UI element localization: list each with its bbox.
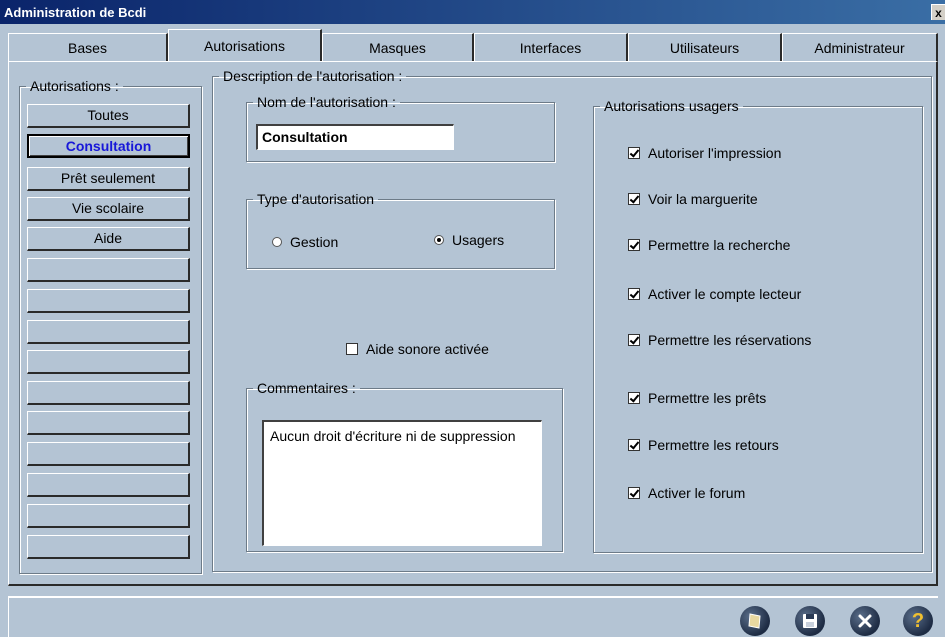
description-legend: Description de l'autorisation : bbox=[223, 68, 403, 84]
comments-textarea[interactable]: Aucun droit d'écriture ni de suppression bbox=[262, 420, 542, 546]
window-titlebar: Administration de Bcdi x bbox=[0, 0, 945, 24]
type-group: Type d'autorisation bbox=[246, 191, 555, 269]
right-reader-account-checkbox[interactable]: Activer le compte lecteur bbox=[628, 286, 801, 302]
auth-item-aide[interactable]: Aide bbox=[27, 227, 190, 251]
sound-help-label: Aide sonore activée bbox=[366, 341, 489, 357]
checkbox-label: Permettre la recherche bbox=[648, 237, 791, 253]
right-search-checkbox[interactable]: Permettre la recherche bbox=[628, 237, 790, 253]
auth-item-empty[interactable] bbox=[27, 473, 190, 497]
authorization-name-input[interactable]: Consultation bbox=[256, 124, 454, 150]
checkbox-label: Permettre les retours bbox=[648, 437, 779, 453]
checkbox-box bbox=[628, 239, 640, 251]
right-loans-checkbox[interactable]: Permettre les prêts bbox=[628, 390, 766, 406]
checkbox-label: Activer le compte lecteur bbox=[648, 286, 802, 302]
auth-item-empty[interactable] bbox=[27, 350, 190, 374]
authorizations-list-legend: Autorisations : bbox=[30, 78, 119, 94]
auth-item-empty[interactable] bbox=[27, 381, 190, 405]
checkbox-box bbox=[628, 334, 640, 346]
help-button[interactable]: ? bbox=[903, 606, 933, 636]
tab-autorisations[interactable]: Autorisations bbox=[168, 29, 322, 61]
document-icon bbox=[748, 613, 761, 629]
window-title: Administration de Bcdi bbox=[4, 4, 147, 20]
radio-usagers-indicator bbox=[434, 235, 444, 245]
radio-usagers[interactable]: Usagers bbox=[434, 232, 504, 248]
checkbox-label: Autoriser l'impression bbox=[648, 145, 782, 161]
right-returns-checkbox[interactable]: Permettre les retours bbox=[628, 437, 779, 453]
window-close-button[interactable]: x bbox=[931, 4, 945, 20]
checkbox-box bbox=[628, 392, 640, 404]
radio-gestion[interactable]: Gestion bbox=[272, 234, 338, 250]
right-print-checkbox[interactable]: Autoriser l'impression bbox=[628, 145, 781, 161]
radio-gestion-label: Gestion bbox=[290, 234, 339, 250]
checkbox-box bbox=[628, 439, 640, 451]
auth-item-vie-scolaire[interactable]: Vie scolaire bbox=[27, 197, 190, 221]
close-icon bbox=[858, 614, 872, 628]
tab-bases[interactable]: Bases bbox=[8, 33, 168, 61]
right-reservations-checkbox[interactable]: Permettre les réservations bbox=[628, 332, 811, 348]
tab-bar: Bases Autorisations Masques Interfaces U… bbox=[8, 29, 938, 61]
tab-administrateur[interactable]: Administrateur bbox=[782, 33, 938, 61]
auth-item-empty[interactable] bbox=[27, 289, 190, 313]
right-forum-checkbox[interactable]: Activer le forum bbox=[628, 485, 745, 501]
cancel-button[interactable] bbox=[850, 606, 880, 636]
checkbox-label: Permettre les réservations bbox=[648, 332, 812, 348]
name-group-legend: Nom de l'autorisation : bbox=[257, 94, 396, 110]
checkbox-label: Voir la marguerite bbox=[648, 191, 758, 207]
help-icon: ? bbox=[911, 609, 925, 632]
tab-interfaces[interactable]: Interfaces bbox=[474, 33, 628, 61]
save-icon bbox=[803, 614, 817, 628]
open-document-button[interactable] bbox=[740, 606, 770, 636]
auth-item-consultation[interactable]: Consultation bbox=[27, 134, 190, 158]
radio-gestion-indicator bbox=[272, 237, 282, 247]
save-button[interactable] bbox=[795, 606, 825, 636]
checkbox-box bbox=[628, 487, 640, 499]
sound-help-checkbox-box bbox=[346, 343, 358, 355]
checkbox-label: Activer le forum bbox=[648, 485, 746, 501]
type-group-legend: Type d'autorisation bbox=[257, 191, 375, 207]
tab-utilisateurs[interactable]: Utilisateurs bbox=[628, 33, 782, 61]
radio-usagers-label: Usagers bbox=[452, 232, 505, 248]
auth-item-empty[interactable] bbox=[27, 442, 190, 466]
auth-item-pret-seulement[interactable]: Prêt seulement bbox=[27, 167, 190, 191]
auth-item-empty[interactable] bbox=[27, 258, 190, 282]
auth-item-empty[interactable] bbox=[27, 411, 190, 435]
checkbox-box bbox=[628, 193, 640, 205]
auth-item-empty[interactable] bbox=[27, 320, 190, 344]
checkbox-box bbox=[628, 288, 640, 300]
user-rights-legend: Autorisations usagers bbox=[604, 98, 739, 114]
auth-item-toutes[interactable]: Toutes bbox=[27, 104, 190, 128]
auth-item-empty[interactable] bbox=[27, 504, 190, 528]
comments-legend: Commentaires : bbox=[257, 380, 356, 396]
right-marguerite-checkbox[interactable]: Voir la marguerite bbox=[628, 191, 758, 207]
sound-help-checkbox[interactable]: Aide sonore activée bbox=[346, 341, 489, 357]
tab-masques[interactable]: Masques bbox=[322, 33, 474, 61]
auth-item-empty[interactable] bbox=[27, 535, 190, 559]
checkbox-label: Permettre les prêts bbox=[648, 390, 767, 406]
checkbox-box bbox=[628, 147, 640, 159]
